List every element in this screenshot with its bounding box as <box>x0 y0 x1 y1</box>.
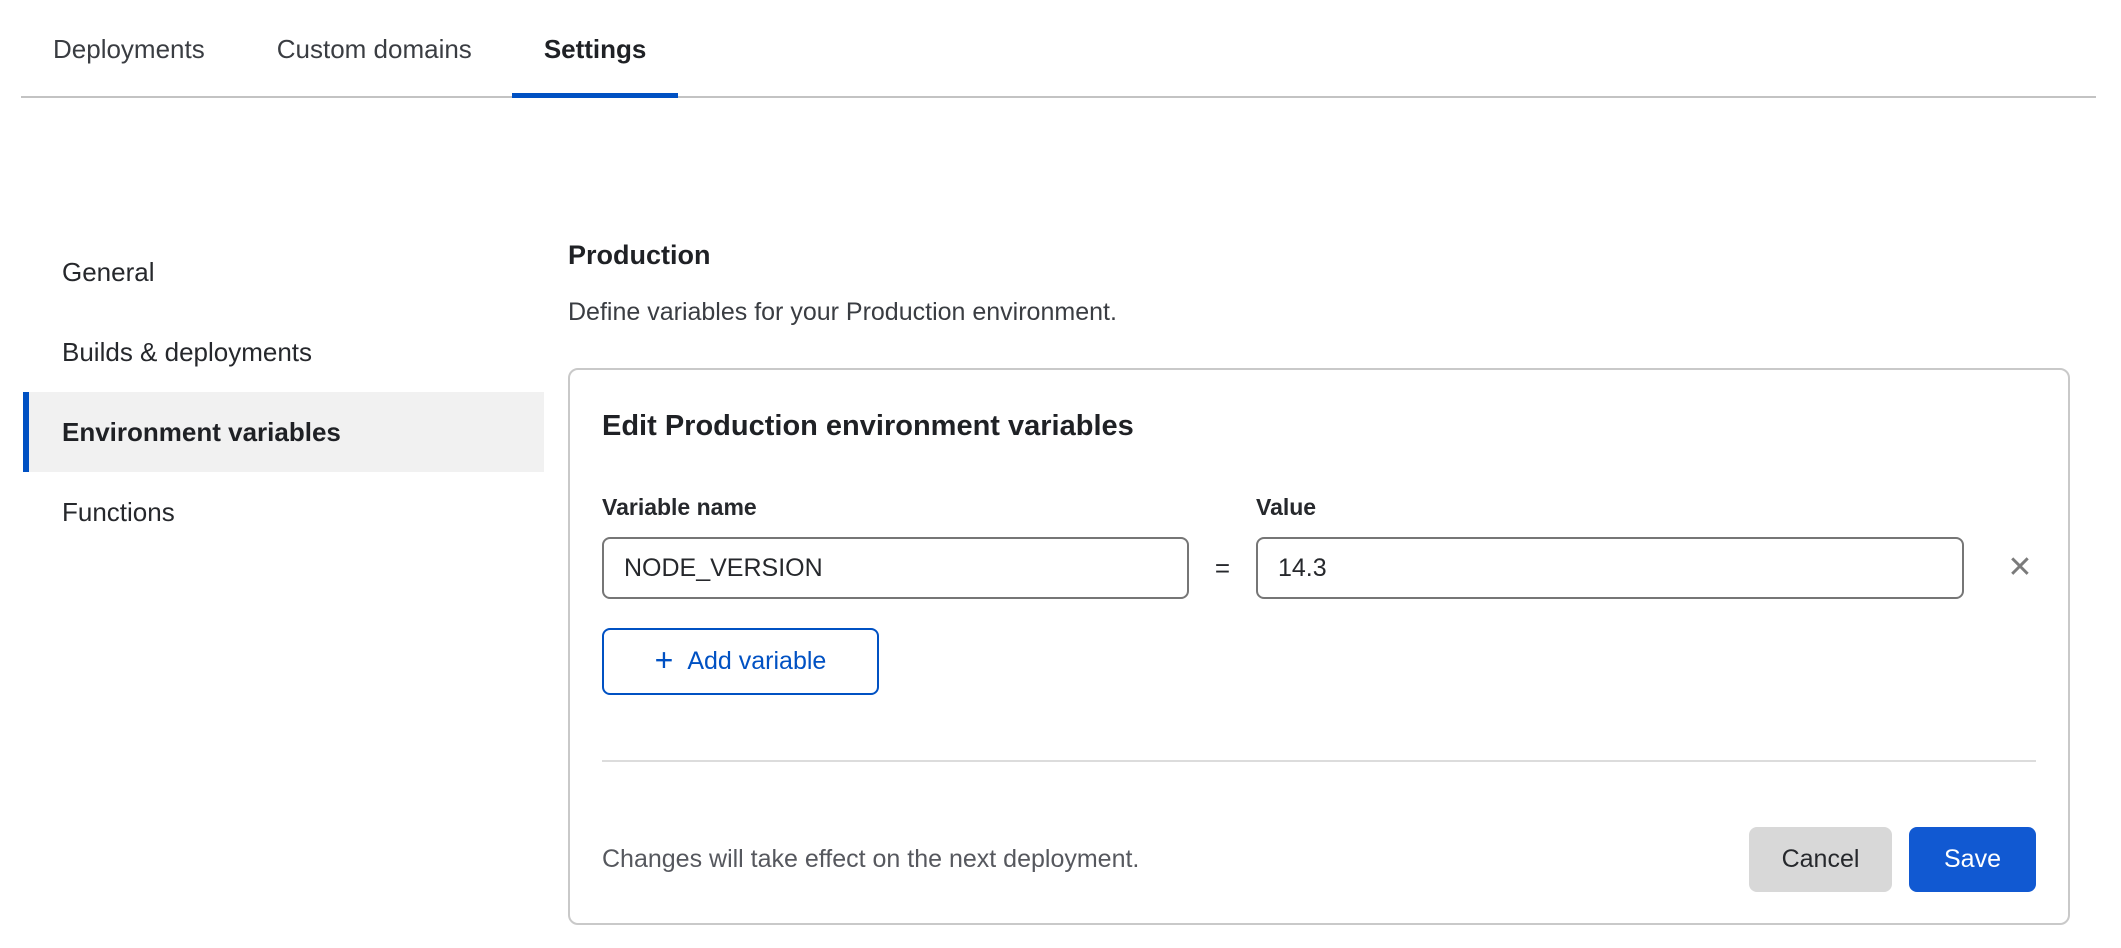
tab-custom-domains[interactable]: Custom domains <box>245 0 504 98</box>
sidenav-item-label: Environment variables <box>62 417 341 448</box>
variable-name-label: Variable name <box>602 494 1256 521</box>
deployment-note: Changes will take effect on the next dep… <box>602 845 1749 874</box>
add-variable-label: Add variable <box>687 647 826 676</box>
save-button[interactable]: Save <box>1909 827 2036 892</box>
sidenav-item-functions[interactable]: Functions <box>23 472 544 552</box>
page-subtitle: Define variables for your Production env… <box>568 298 2070 326</box>
add-variable-button[interactable]: + Add variable <box>602 628 879 695</box>
tab-label: Custom domains <box>277 34 472 65</box>
card-divider <box>602 760 2036 762</box>
card-heading: Edit Production environment variables <box>602 410 1134 443</box>
settings-sidenav: General Builds & deployments Environment… <box>23 232 544 552</box>
edit-variables-card: Edit Production environment variables Va… <box>568 368 2070 925</box>
sidenav-item-label: Builds & deployments <box>62 337 312 368</box>
value-label: Value <box>1256 494 1316 521</box>
tab-label: Deployments <box>53 34 205 65</box>
sidenav-item-label: Functions <box>62 497 175 528</box>
project-tabbar: Deployments Custom domains Settings <box>21 0 2096 98</box>
variable-value-input[interactable] <box>1256 537 1964 599</box>
sidenav-item-builds-deployments[interactable]: Builds & deployments <box>23 312 544 392</box>
tab-deployments[interactable]: Deployments <box>21 0 237 98</box>
field-labels-row: Variable name Value <box>602 494 2036 521</box>
sidenav-item-environment-variables[interactable]: Environment variables <box>23 392 544 472</box>
environment-section-header: Production Define variables for your Pro… <box>568 240 2070 326</box>
variable-name-input[interactable] <box>602 537 1189 599</box>
equals-sign: = <box>1189 553 1256 584</box>
remove-variable-button[interactable]: ✕ <box>2004 552 2036 584</box>
close-icon: ✕ <box>2007 551 2032 584</box>
tab-label: Settings <box>544 34 647 65</box>
tab-settings[interactable]: Settings <box>512 0 679 98</box>
variable-row: = ✕ <box>602 537 2036 599</box>
page-title: Production <box>568 240 2070 270</box>
sidenav-item-general[interactable]: General <box>23 232 544 312</box>
plus-icon: + <box>655 644 674 676</box>
cancel-button[interactable]: Cancel <box>1749 827 1892 892</box>
card-footer: Changes will take effect on the next dep… <box>602 827 2036 892</box>
sidenav-item-label: General <box>62 257 155 288</box>
